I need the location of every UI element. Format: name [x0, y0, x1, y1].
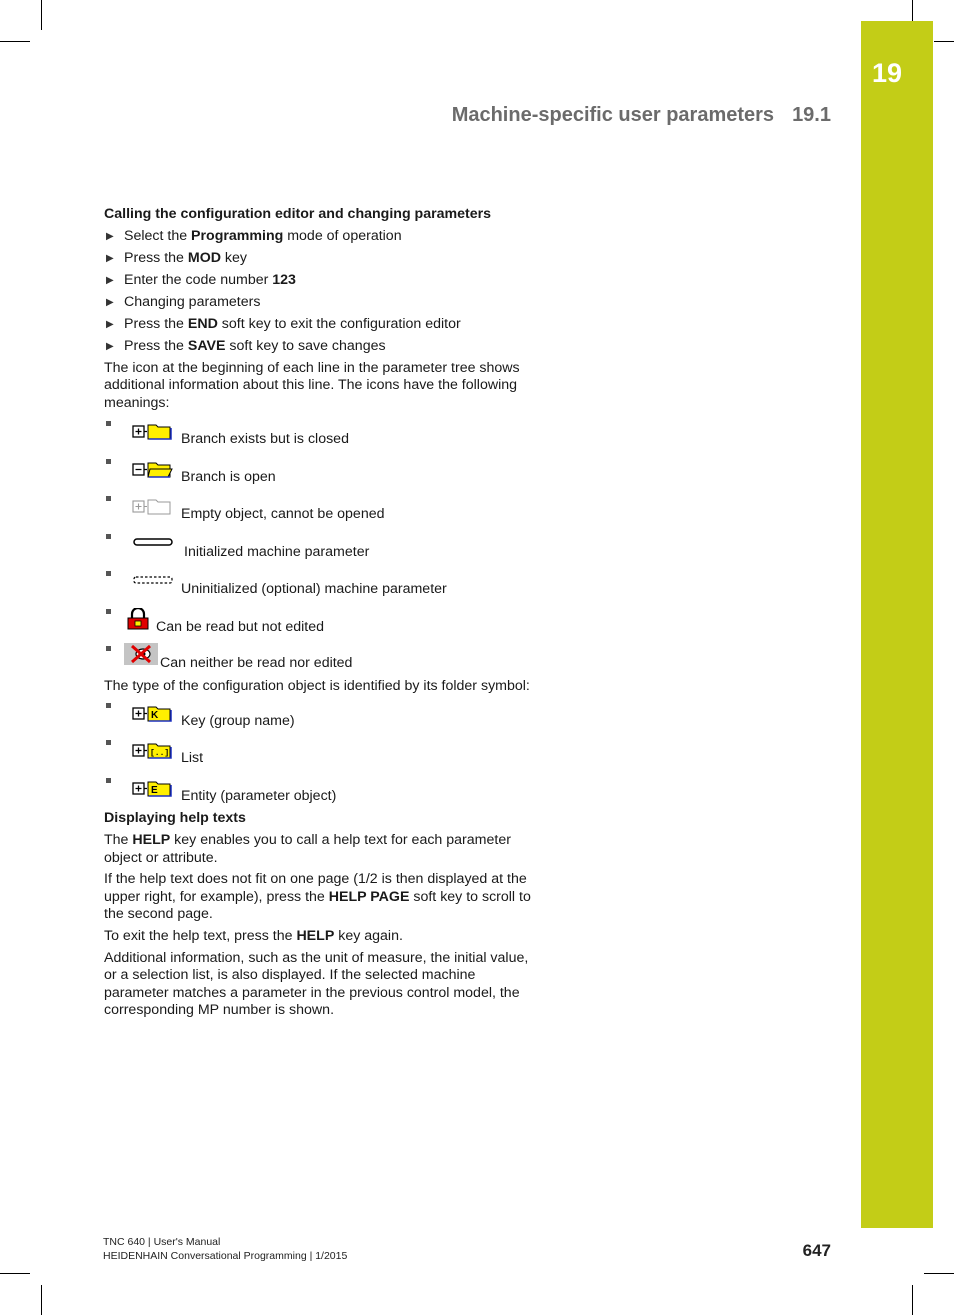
- type-label: Key (group name): [181, 712, 295, 729]
- paragraph: Additional information, such as the unit…: [104, 949, 529, 1019]
- bullet-square: [106, 496, 111, 502]
- triangle-bullet-icon: ▶: [106, 340, 114, 352]
- step-item: ▶ Press the MOD key: [106, 249, 248, 266]
- crop-mark: [924, 1273, 954, 1274]
- triangle-bullet-icon: ▶: [106, 274, 114, 286]
- type-item: [..] List: [104, 737, 544, 775]
- bullet-square: [106, 740, 111, 746]
- section-heading: Calling the configuration editor and cha…: [104, 206, 492, 222]
- step-item: ▶ Changing parameters: [106, 293, 261, 310]
- svg-text:K: K: [151, 710, 159, 721]
- legend-item: Branch is open: [104, 456, 544, 494]
- legend-item: Branch exists but is closed: [104, 418, 544, 456]
- chapter-number: 19: [871, 58, 903, 88]
- page-number: 647: [802, 1241, 831, 1260]
- branch-open-folder-icon: [132, 462, 173, 478]
- paragraph: The HELP key enables you to call a help …: [104, 831, 511, 866]
- crop-mark: [0, 1273, 30, 1274]
- crop-mark: [912, 1285, 913, 1315]
- step-item: ▶ Press the SAVE soft key to save changes: [106, 337, 386, 354]
- legend-item: Empty object, cannot be opened: [104, 493, 544, 531]
- type-item: E Entity (parameter object): [104, 775, 544, 813]
- empty-object-folder-icon: [132, 499, 171, 515]
- footer: TNC 640 | User's Manual HEIDENHAIN Conve…: [103, 1235, 347, 1263]
- initialized-parameter-icon: [133, 538, 173, 546]
- crop-mark: [0, 41, 30, 42]
- footer-line1: TNC 640 | User's Manual: [103, 1236, 221, 1248]
- page-content: Calling the configuration editor and cha…: [104, 206, 544, 1024]
- no-access-eye-icon: [124, 643, 158, 666]
- list-folder-icon: [..]: [132, 743, 172, 760]
- legend-item: Uninitialized (optional) machine paramet…: [104, 568, 544, 606]
- legend-item: Initialized machine parameter: [104, 531, 544, 569]
- legend-label: Initialized machine parameter: [184, 543, 370, 560]
- branch-closed-folder-icon: [132, 424, 172, 441]
- lock-icon: [127, 607, 149, 630]
- svg-text:E: E: [151, 785, 158, 796]
- paragraph: To exit the help text, press the HELP ke…: [104, 927, 403, 944]
- icons-intro: The icon at the beginning of each line i…: [104, 359, 520, 411]
- bullet-square: [106, 608, 111, 614]
- entity-folder-icon: E: [132, 781, 172, 797]
- bullet-square: [106, 458, 111, 464]
- legend-label: Branch is open: [181, 468, 276, 485]
- crop-mark: [41, 1285, 42, 1315]
- legend-label: Uninitialized (optional) machine paramet…: [181, 581, 447, 598]
- step-item: ▶ Press the END soft key to exit the conf…: [106, 315, 461, 332]
- bullet-square: [106, 702, 111, 708]
- type-legend: K Key (group name) [..] List E Entity (p…: [104, 700, 544, 813]
- bullet-square: [106, 533, 111, 539]
- crop-mark: [41, 0, 42, 30]
- triangle-bullet-icon: ▶: [106, 296, 114, 308]
- section-heading: Displaying help texts: [104, 810, 246, 827]
- triangle-bullet-icon: ▶: [106, 318, 114, 330]
- legend-label: Can neither be read nor edited: [160, 655, 353, 672]
- step-item: ▶ Select the Programming mode of operatio…: [106, 227, 402, 244]
- legend-label: Can be read but not edited: [156, 618, 325, 635]
- legend-item: Can be read but not edited: [104, 606, 544, 644]
- type-label: List: [181, 750, 204, 767]
- triangle-bullet-icon: ▶: [106, 252, 114, 264]
- crop-mark: [912, 0, 913, 22]
- bullet-square: [106, 777, 111, 783]
- legend-label: Empty object, cannot be opened: [181, 506, 385, 523]
- icon-legend: Branch exists but is closed Branch is op…: [104, 418, 544, 676]
- chapter-tab: [861, 21, 933, 1228]
- type-intro: The type of the configuration object is …: [104, 678, 530, 695]
- running-header-section: 19.1: [792, 104, 831, 126]
- running-header-title: Machine-specific user parameters: [451, 104, 775, 126]
- type-label: Entity (parameter object): [181, 787, 337, 804]
- legend-label: Branch exists but is closed: [181, 431, 349, 448]
- crop-mark: [934, 41, 954, 42]
- step-list: ▶ Select the Programming mode of operatio…: [104, 228, 544, 356]
- footer-line2: HEIDENHAIN Conversational Programming | …: [103, 1250, 348, 1262]
- triangle-bullet-icon: ▶: [106, 230, 114, 242]
- bullet-square: [106, 646, 111, 652]
- key-folder-icon: K: [132, 706, 172, 722]
- paragraph: If the help text does not fit on one pag…: [104, 871, 531, 923]
- type-item: K Key (group name): [104, 700, 544, 738]
- step-item: ▶ Enter the code number 123: [106, 271, 296, 288]
- svg-text:[..]: [..]: [150, 749, 169, 758]
- running-header: Machine-specific user parameters 19.1: [452, 104, 831, 127]
- legend-item: Can neither be read nor edited: [104, 643, 544, 676]
- uninitialized-parameter-icon: [133, 576, 173, 584]
- bullet-square: [106, 571, 111, 577]
- bullet-square: [106, 421, 111, 427]
